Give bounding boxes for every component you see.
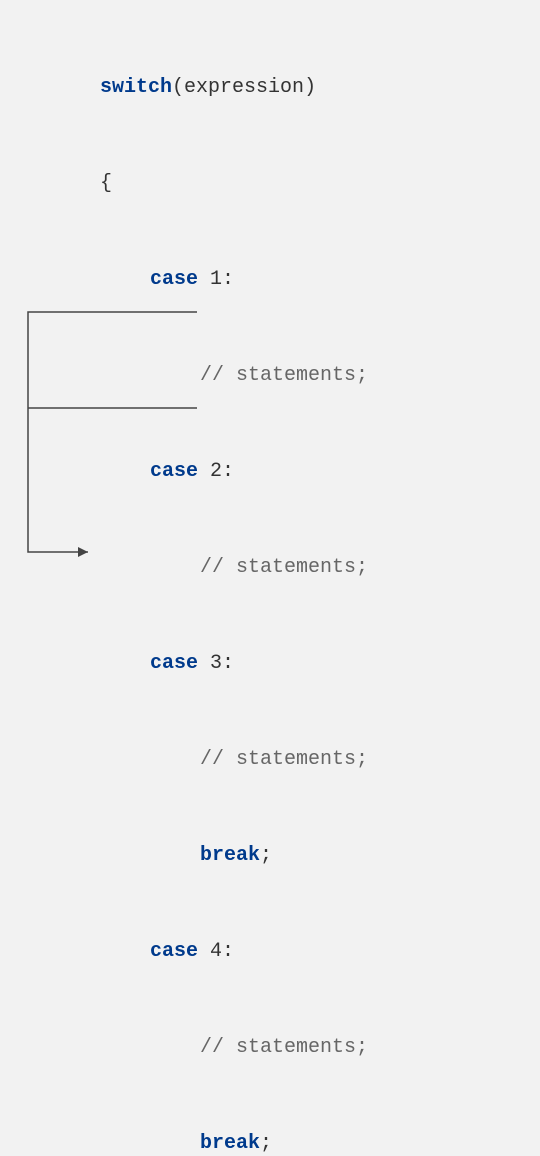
expression-text: expression xyxy=(184,76,304,99)
line-case-1: case 1: xyxy=(0,264,412,296)
brace-open: { xyxy=(0,168,412,200)
line-break-1: break; xyxy=(0,840,412,872)
line-break-2: break; xyxy=(0,1128,412,1156)
semicolon: ; xyxy=(260,844,272,867)
case-value: 4: xyxy=(198,940,234,963)
case-keyword: case xyxy=(150,460,198,483)
line-stmt-4: // statements; xyxy=(0,1032,412,1064)
case-keyword: case xyxy=(150,940,198,963)
case-keyword: case xyxy=(150,268,198,291)
semicolon: ; xyxy=(260,1132,272,1155)
line-case-4: case 4: xyxy=(0,936,412,968)
break-keyword: break xyxy=(200,844,260,867)
line-case-2: case 2: xyxy=(0,456,412,488)
code-block: switch(expression) { case 1: // statemen… xyxy=(0,8,412,1156)
line-stmt-1: // statements; xyxy=(0,360,412,392)
case-value: 2: xyxy=(198,460,234,483)
line-switch: switch(expression) xyxy=(0,72,412,104)
switch-diagram: switch(expression) { case 1: // statemen… xyxy=(0,0,540,578)
paren-open: ( xyxy=(172,76,184,99)
line-case-3: case 3: xyxy=(0,648,412,680)
case-value: 3: xyxy=(198,652,234,675)
switch-keyword: switch xyxy=(100,76,172,99)
paren-close: ) xyxy=(304,76,316,99)
line-stmt-2: // statements; xyxy=(0,552,412,584)
break-keyword: break xyxy=(200,1132,260,1155)
case-keyword: case xyxy=(150,652,198,675)
line-stmt-3: // statements; xyxy=(0,744,412,776)
case-value: 1: xyxy=(198,268,234,291)
